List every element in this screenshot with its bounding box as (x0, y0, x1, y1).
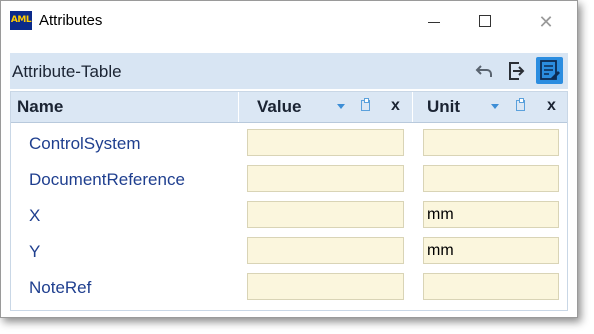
aml-app-icon: AML (10, 11, 32, 30)
clear-unit-column-button[interactable]: x (547, 97, 556, 115)
close-button[interactable]: ✕ (523, 1, 569, 44)
value-field[interactable] (247, 165, 404, 192)
unit-field[interactable] (423, 129, 559, 156)
clipboard-icon[interactable] (516, 98, 525, 111)
close-icon: ✕ (538, 12, 554, 32)
column-header-unit[interactable]: Unit x (413, 92, 569, 122)
table-row[interactable]: ControlSystem (11, 126, 567, 162)
window-title: Attributes (39, 12, 103, 29)
minimize-icon (428, 22, 440, 23)
maximize-icon (479, 15, 491, 27)
undo-button[interactable] (473, 59, 497, 83)
value-field[interactable] (247, 237, 404, 264)
grid-header: Name Value x Unit x (11, 92, 569, 123)
attribute-name: X (29, 206, 41, 225)
edit-table-button[interactable] (536, 57, 563, 84)
attribute-name: Y (29, 242, 41, 261)
attributes-window: AML Attributes ✕ Attribute-Table Name Va… (0, 0, 578, 318)
table-row[interactable]: Y mm (11, 234, 567, 270)
column-header-name[interactable]: Name (11, 92, 239, 122)
panel-header: Attribute-Table (10, 53, 568, 89)
unit-field[interactable] (423, 165, 559, 192)
value-field[interactable] (247, 273, 404, 300)
attribute-name: ControlSystem (29, 134, 141, 153)
maximize-button[interactable] (463, 1, 509, 44)
title-bar[interactable]: AML Attributes ✕ (1, 1, 577, 44)
attribute-name: NoteRef (29, 278, 92, 297)
export-button[interactable] (504, 59, 528, 83)
table-row[interactable]: DocumentReference (11, 162, 567, 198)
column-header-value-label: Value (257, 97, 302, 116)
column-header-value[interactable]: Value x (239, 92, 413, 122)
panel-title: Attribute-Table (12, 62, 122, 81)
unit-field[interactable]: mm (423, 201, 559, 228)
minimize-button[interactable] (411, 1, 457, 44)
unit-field[interactable] (423, 273, 559, 300)
clipboard-icon[interactable] (361, 98, 370, 111)
export-icon (509, 62, 525, 80)
attribute-table-panel: Attribute-Table Name Value x Unit x Cont… (10, 53, 569, 311)
unit-field[interactable]: mm (423, 237, 559, 264)
undo-icon (475, 65, 492, 77)
clear-value-column-button[interactable]: x (391, 97, 400, 115)
filter-dropdown-icon[interactable] (491, 104, 499, 109)
attribute-name: DocumentReference (29, 170, 185, 189)
value-field[interactable] (247, 201, 404, 228)
filter-dropdown-icon[interactable] (337, 104, 345, 109)
table-row[interactable]: X mm (11, 198, 567, 234)
column-header-unit-label: Unit (427, 97, 461, 116)
column-header-name-label: Name (17, 97, 64, 116)
attribute-grid: Name Value x Unit x ControlSystem Docume… (10, 91, 569, 311)
value-field[interactable] (247, 129, 404, 156)
edit-table-icon (540, 60, 560, 80)
table-row[interactable]: NoteRef (11, 270, 567, 306)
